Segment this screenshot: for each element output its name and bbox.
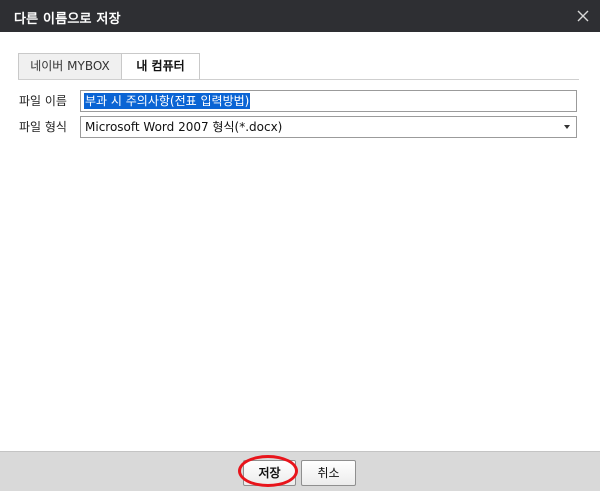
filetype-label: 파일 형식 <box>19 120 67 134</box>
filetype-value: Microsoft Word 2007 형식(*.docx) <box>85 120 283 134</box>
save-button[interactable]: 저장 <box>243 460 296 486</box>
filetype-select[interactable]: Microsoft Word 2007 형식(*.docx) <box>80 116 577 138</box>
chevron-down-icon <box>564 125 570 129</box>
filename-value: 부과 시 주의사항(전표 입력방법) <box>84 93 251 109</box>
close-icon[interactable] <box>572 5 594 27</box>
dialog-footer: 저장 취소 <box>0 451 600 491</box>
title-bar: 다른 이름으로 저장 <box>0 0 600 32</box>
tab-my-computer[interactable]: 내 컴퓨터 <box>121 53 200 80</box>
dialog-title: 다른 이름으로 저장 <box>14 12 121 27</box>
tab-divider <box>18 79 579 80</box>
cancel-button[interactable]: 취소 <box>301 460 356 486</box>
filename-input[interactable]: 부과 시 주의사항(전표 입력방법) <box>80 90 577 112</box>
tab-naver-mybox[interactable]: 네이버 MYBOX <box>18 53 122 79</box>
filename-label: 파일 이름 <box>19 94 67 108</box>
